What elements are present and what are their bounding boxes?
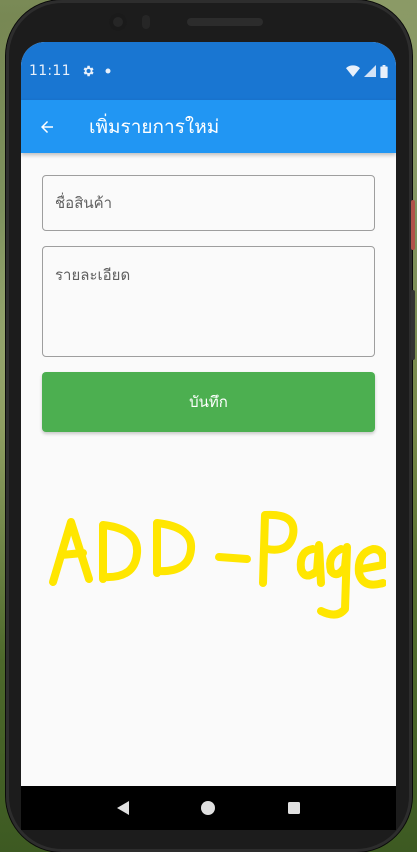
front-camera <box>109 13 127 31</box>
wifi-icon <box>346 65 360 77</box>
back-button[interactable] <box>21 100 73 153</box>
save-button[interactable]: บันทึก <box>42 372 375 432</box>
status-bar: 11:11 <box>21 42 396 100</box>
form-area: ชื่อสินค้า รายละเอียด บันทึก <box>21 153 396 432</box>
home-circle-icon[interactable] <box>200 800 216 816</box>
power-button <box>411 200 415 250</box>
save-button-label: บันทึก <box>189 393 228 411</box>
volume-button <box>411 290 415 360</box>
dot-icon <box>105 68 111 74</box>
product-detail-placeholder: รายละเอียด <box>55 266 131 284</box>
product-name-placeholder: ชื่อสินค้า <box>55 194 113 212</box>
page-title: เพิ่มรายการใหม่ <box>89 115 220 138</box>
speaker-grille <box>187 18 263 26</box>
signal-icon <box>364 65 376 77</box>
back-arrow-icon <box>41 120 53 133</box>
app-screen: 11:11 เพิ่มรายการใหม่ ชื่อสินค้า รายละเอ… <box>21 42 396 828</box>
battery-icon <box>380 64 388 78</box>
status-time: 11:11 <box>29 63 71 79</box>
back-triangle-icon[interactable] <box>116 800 130 816</box>
settings-icon <box>83 65 94 77</box>
app-bar: เพิ่มรายการใหม่ <box>21 100 396 153</box>
product-name-field[interactable]: ชื่อสินค้า <box>42 175 375 231</box>
handwritten-annotation <box>49 510 386 619</box>
proximity-sensor <box>142 15 150 29</box>
system-nav-bar <box>21 786 396 830</box>
product-detail-field[interactable]: รายละเอียด <box>42 246 375 357</box>
recents-square-icon[interactable] <box>287 801 301 815</box>
